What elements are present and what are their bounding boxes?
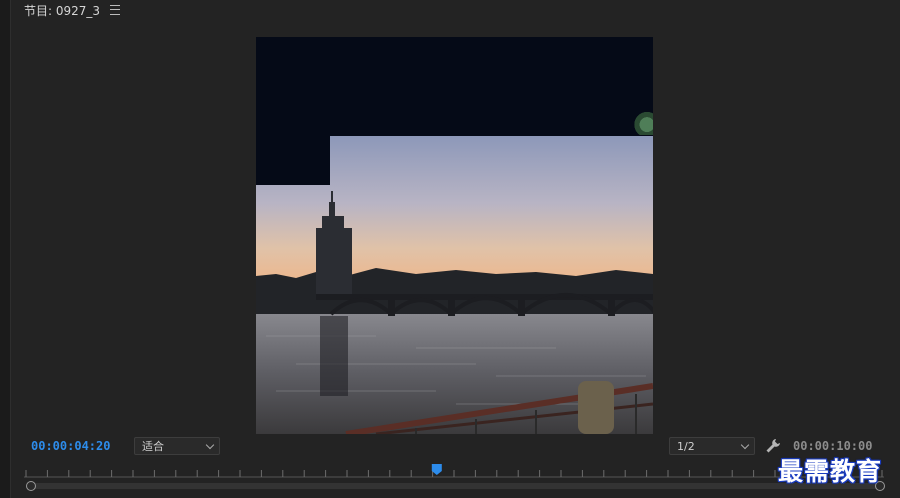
resolution-label: 1/2	[677, 439, 695, 453]
chevron-down-icon	[740, 440, 750, 450]
frame-black-area	[256, 37, 653, 136]
watermark-logo: 最需教育	[778, 457, 883, 486]
duration-timecode: 00:00:10:00	[793, 439, 873, 453]
panel-left-edge	[0, 0, 11, 498]
chevron-down-icon	[205, 440, 215, 450]
zoom-fit-select[interactable]: 适合	[134, 437, 220, 455]
playback-resolution-select[interactable]: 1/2	[669, 437, 755, 455]
time-ruler[interactable]	[24, 464, 884, 478]
plant-foliage	[633, 109, 653, 135]
frame-black-notch	[256, 136, 330, 185]
scroll-left-handle[interactable]	[26, 481, 36, 491]
zoom-scroll-bar[interactable]	[30, 483, 880, 489]
panel-menu-icon[interactable]	[110, 5, 121, 15]
program-panel-header: 节目: 0927_3	[24, 0, 121, 20]
program-monitor-viewer[interactable]	[256, 37, 653, 434]
zoom-fit-label: 适合	[142, 440, 164, 453]
panel-title[interactable]: 节目: 0927_3	[24, 2, 100, 19]
current-timecode[interactable]: 00:00:04:20	[31, 439, 110, 453]
playhead-marker[interactable]	[431, 464, 442, 475]
